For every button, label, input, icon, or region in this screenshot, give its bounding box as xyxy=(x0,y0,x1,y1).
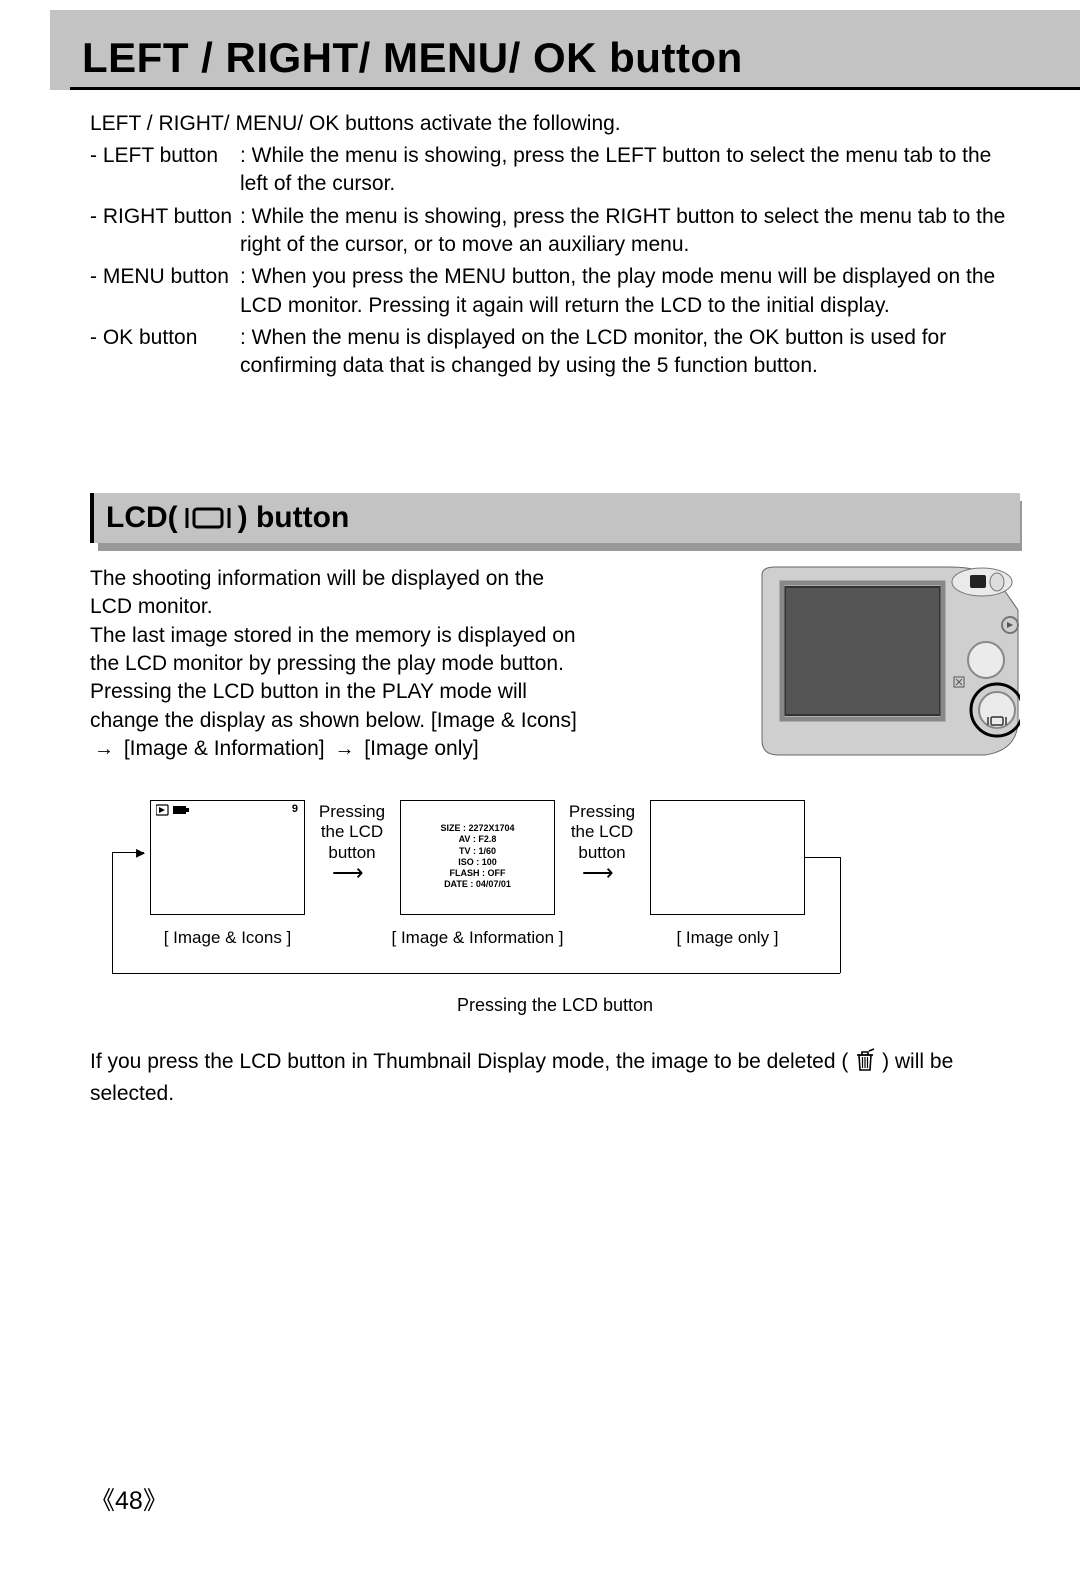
info-date: DATE : 04/07/01 xyxy=(401,879,554,890)
section-p3b: [Image & Information] xyxy=(124,737,325,760)
info-iso: ISO : 100 xyxy=(401,857,554,868)
screen1-caption: [ Image & Icons ] xyxy=(150,928,305,948)
section-title-prefix: LCD( xyxy=(106,501,178,535)
arrow-right-icon: ⟶ xyxy=(332,860,364,886)
def-desc: : When you press the MENU button, the pl… xyxy=(240,261,1020,322)
section-p3a: Pressing the LCD button in the PLAY mode… xyxy=(90,680,577,731)
section-p2: The last image stored in the memory is d… xyxy=(90,622,590,679)
def-row-left: - LEFT button : While the menu is showin… xyxy=(90,140,1020,201)
top-edge-gray xyxy=(50,10,1080,28)
def-desc: : While the menu is showing, press the R… xyxy=(240,201,1020,262)
arrow-right-icon: ⟶ xyxy=(582,860,614,886)
def-label: - OK button xyxy=(90,322,240,383)
trailing-pre: If you press the LCD button in Thumbnail… xyxy=(90,1050,848,1073)
info-tv: TV : 1/60 xyxy=(401,846,554,857)
section-p1: The shooting information will be display… xyxy=(90,565,590,622)
page-number-value: 48 xyxy=(115,1487,143,1515)
page-number: 《48》 xyxy=(90,1481,168,1517)
screen-image-only xyxy=(650,800,805,915)
section-body: The shooting information will be display… xyxy=(90,565,1020,763)
screen2-info-block: SIZE : 2272X1704 AV : F2.8 TV : 1/60 ISO… xyxy=(401,801,554,891)
def-label: - MENU button xyxy=(90,261,240,322)
section-p3c: [Image only] xyxy=(364,737,478,760)
section-p3: Pressing the LCD button in the PLAY mode… xyxy=(90,678,590,763)
definitions-table: - LEFT button : While the menu is showin… xyxy=(90,140,1020,383)
section-heading-wrap: LCD( ) button xyxy=(90,493,1020,543)
play-battery-icons xyxy=(156,804,190,816)
angle-right-icon: 》 xyxy=(143,1487,168,1515)
camera-illustration xyxy=(760,565,1020,768)
def-row-right: - RIGHT button : While the menu is showi… xyxy=(90,201,1020,262)
trailing-paragraph: If you press the LCD button in Thumbnail… xyxy=(90,1048,1020,1109)
def-desc: : While the menu is showing, press the L… xyxy=(240,140,1020,201)
info-size: SIZE : 2272X1704 xyxy=(401,823,554,834)
section-heading: LCD( ) button xyxy=(90,493,1020,543)
title-bar: LEFT / RIGHT/ MENU/ OK button xyxy=(70,28,1080,90)
press-label-1: Pressing the LCD button xyxy=(312,802,392,863)
page-title: LEFT / RIGHT/ MENU/ OK button xyxy=(82,34,743,82)
left-edge-gray xyxy=(50,28,70,90)
section-text-column: The shooting information will be display… xyxy=(90,565,590,763)
content-block-1: LEFT / RIGHT/ MENU/ OK buttons activate … xyxy=(90,100,1020,383)
manual-page: LEFT / RIGHT/ MENU/ OK button LEFT / RIG… xyxy=(0,0,1080,1577)
screen1-icons-row xyxy=(151,801,304,822)
lcd-cycle-diagram: 9 [ Image & Icons ] Pressing the LCD but… xyxy=(100,800,1010,1020)
intro-text: LEFT / RIGHT/ MENU/ OK buttons activate … xyxy=(90,112,1020,136)
info-flash: FLASH : OFF xyxy=(401,868,554,879)
screen-image-icons: 9 xyxy=(150,800,305,915)
arrow-icon: → xyxy=(94,738,114,760)
arrow-icon: → xyxy=(334,738,354,760)
info-av: AV : F2.8 xyxy=(401,834,554,845)
def-label: - LEFT button xyxy=(90,140,240,201)
arrow-right-icon: ▸ xyxy=(136,843,145,861)
screen-image-information: SIZE : 2272X1704 AV : F2.8 TV : 1/60 ISO… xyxy=(400,800,555,915)
def-row-ok: - OK button : When the menu is displayed… xyxy=(90,322,1020,383)
press-label-2: Pressing the LCD button xyxy=(562,802,642,863)
loop-line xyxy=(112,973,840,974)
diagram-bottom-label: Pressing the LCD button xyxy=(100,995,1010,1016)
def-label: - RIGHT button xyxy=(90,201,240,262)
loop-line xyxy=(840,857,841,973)
angle-left-icon: 《 xyxy=(90,1487,115,1515)
trash-icon xyxy=(854,1048,876,1080)
loop-line xyxy=(112,852,113,973)
screen1-count: 9 xyxy=(292,803,298,815)
def-desc: : When the menu is displayed on the LCD … xyxy=(240,322,1020,383)
section-title-suffix: ) button xyxy=(238,501,350,535)
def-row-menu: - MENU button : When you press the MENU … xyxy=(90,261,1020,322)
screen2-caption: [ Image & Information ] xyxy=(380,928,575,948)
lcd-icon xyxy=(184,505,232,531)
screen3-caption: [ Image only ] xyxy=(650,928,805,948)
loop-line xyxy=(805,857,840,858)
